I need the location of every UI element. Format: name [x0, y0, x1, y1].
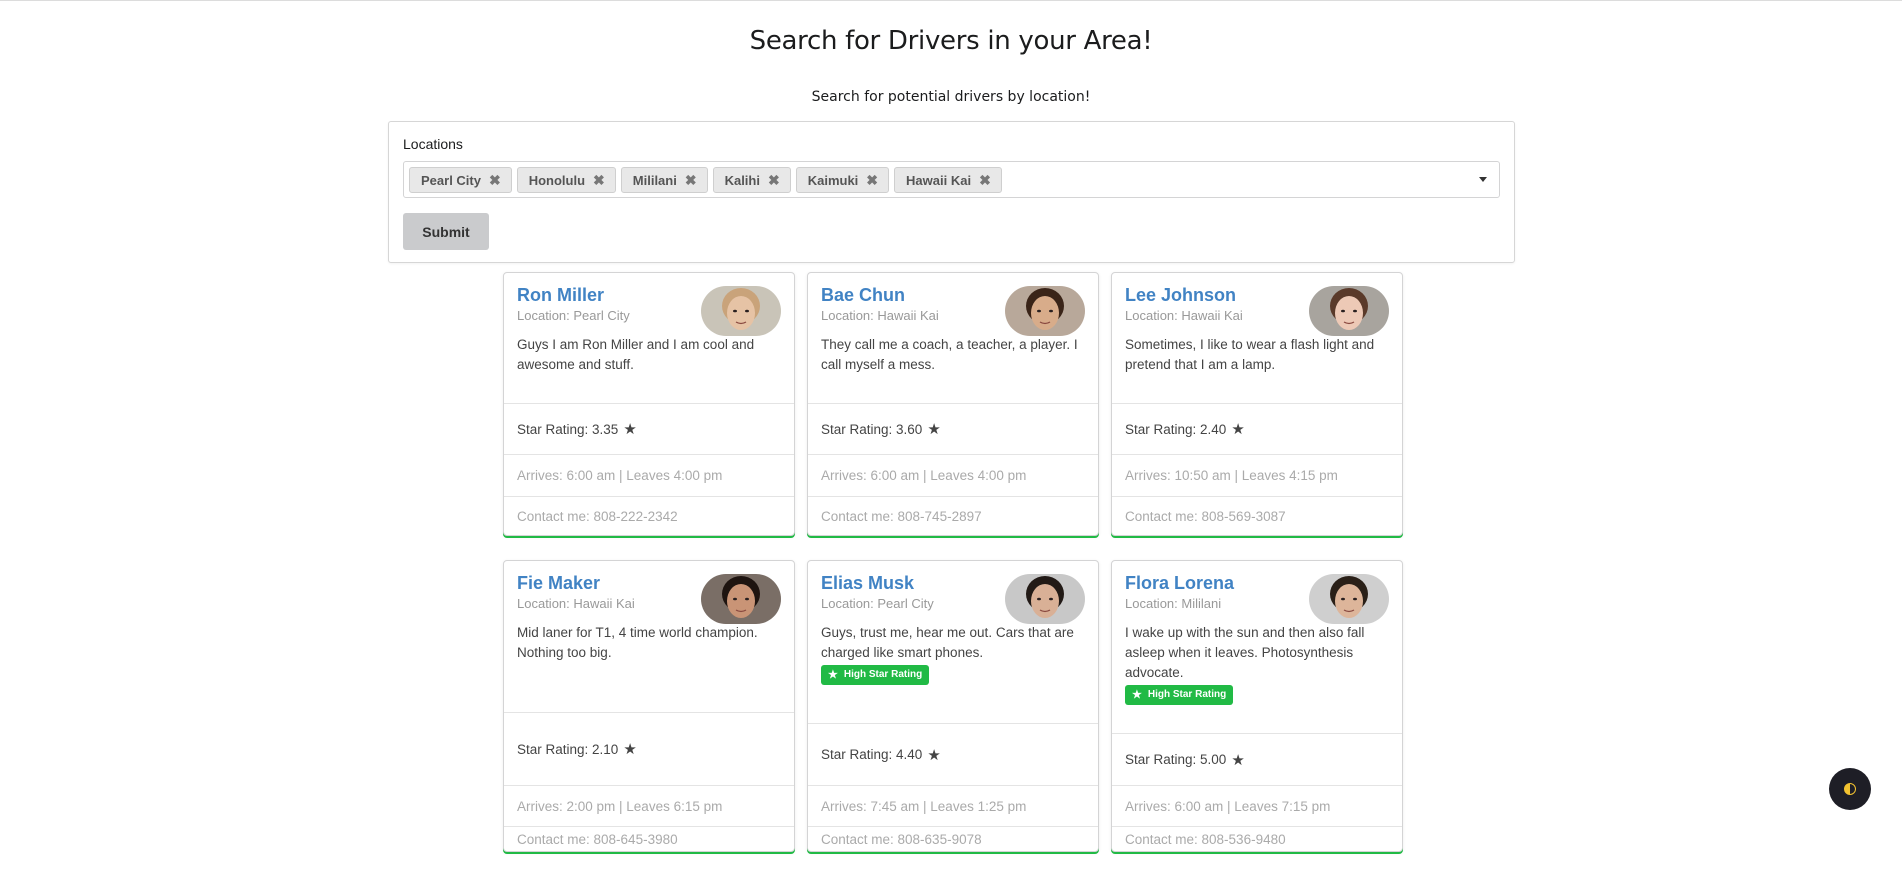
schedule: Arrives: 6:00 am | Leaves 4:00 pm	[504, 454, 794, 496]
search-form: Locations Pearl City ✖ Honolulu ✖ Mililani ✖ K…	[388, 121, 1515, 263]
remove-chip-icon[interactable]: ✖	[866, 173, 878, 187]
selected-locations: Pearl City ✖ Honolulu ✖ Mililani ✖ Kalihi ✖ Kaim…	[409, 167, 1002, 193]
schedule: Arrives: 6:00 am | Leaves 7:15 pm	[1112, 785, 1402, 826]
card-header: Elias Musk Location: Pearl City	[808, 561, 1098, 624]
card-header: Bae Chun Location: Hawaii Kai	[808, 273, 1098, 336]
star-rating: Star Rating: 2.10 ★	[504, 712, 794, 785]
star-icon: ★	[623, 741, 637, 758]
location-chip[interactable]: Hawaii Kai ✖	[894, 167, 1002, 193]
location-chip[interactable]: Mililani ✖	[620, 167, 708, 193]
location-chip[interactable]: Honolulu ✖	[516, 167, 616, 193]
star-icon: ★	[1231, 421, 1245, 438]
remove-chip-icon[interactable]: ✖	[489, 173, 501, 187]
driver-description: Guys I am Ron Miller and I am cool and a…	[517, 337, 755, 372]
contact-info: Contact me: 808-222-2342	[504, 496, 794, 535]
schedule: Arrives: 10:50 am | Leaves 4:15 pm	[1112, 454, 1402, 496]
half-circle-icon	[1844, 783, 1856, 795]
contact-info: Contact me: 808-536-9480	[1112, 826, 1402, 851]
avatar	[1005, 574, 1085, 624]
driver-description: They call me a coach, a teacher, a playe…	[821, 337, 1078, 372]
star-rating: Star Rating: 5.00 ★	[1112, 733, 1402, 785]
card-header: Lee Johnson Location: Hawaii Kai	[1112, 273, 1402, 336]
driver-card: Lee Johnson Location: Hawaii Kai Sometimes…	[1111, 272, 1403, 536]
card-header: Fie Maker Location: Hawaii Kai	[504, 561, 794, 624]
avatar	[1005, 286, 1085, 336]
card-header: Flora Lorena Location: Mililani	[1112, 561, 1402, 624]
location-chip-label: Hawaii Kai	[906, 172, 972, 188]
top-divider	[0, 0, 1902, 1]
page-title: Search for Drivers in your Area!	[749, 26, 1153, 56]
contact-info: Contact me: 808-745-2897	[808, 496, 1098, 535]
page-subtitle: Search for potential drivers by location…	[811, 89, 1091, 105]
high-star-rating-badge: ★ High Star Rating	[1125, 685, 1234, 705]
schedule: Arrives: 6:00 am | Leaves 4:00 pm	[808, 454, 1098, 496]
schedule: Arrives: 7:45 am | Leaves 1:25 pm	[808, 785, 1098, 826]
submit-button[interactable]: Submit	[403, 213, 489, 250]
star-icon: ★	[927, 421, 941, 438]
star-rating: Star Rating: 4.40 ★	[808, 723, 1098, 785]
remove-chip-icon[interactable]: ✖	[685, 173, 697, 187]
contact-info: Contact me: 808-569-3087	[1112, 496, 1402, 535]
contact-info: Contact me: 808-645-3980	[504, 826, 794, 851]
location-chip-label: Pearl City	[421, 172, 481, 188]
driver-card: Ron Miller Location: Pearl City Guys I am …	[503, 272, 795, 536]
dropdown-caret-icon[interactable]	[1479, 177, 1487, 182]
location-chip-label: Mililani	[632, 172, 677, 188]
star-icon: ★	[1132, 689, 1142, 701]
remove-chip-icon[interactable]: ✖	[593, 173, 605, 187]
driver-description: Mid laner for T1, 4 time world champion.…	[517, 625, 758, 660]
driver-description: Guys, trust me, hear me out. Cars that a…	[808, 623, 1098, 685]
driver-card: Fie Maker Location: Hawaii Kai Mid laner f…	[503, 560, 795, 852]
driver-card: Flora Lorena Location: Mililani I wake up …	[1111, 560, 1403, 852]
location-chip-label: Kaimuki	[807, 172, 859, 188]
driver-description: I wake up with the sun and then also fal…	[1112, 623, 1402, 705]
star-icon: ★	[1231, 751, 1245, 769]
avatar	[1309, 574, 1389, 624]
schedule: Arrives: 2:00 pm | Leaves 6:15 pm	[504, 785, 794, 826]
avatar	[701, 286, 781, 336]
driver-card: Elias Musk Location: Pearl City Guys, trus…	[807, 560, 1099, 852]
remove-chip-icon[interactable]: ✖	[768, 173, 780, 187]
location-chip-label: Honolulu	[528, 172, 586, 188]
locations-dropdown[interactable]: Pearl City ✖ Honolulu ✖ Mililani ✖ Kalihi ✖ Kaim…	[403, 161, 1500, 198]
star-icon: ★	[828, 669, 838, 681]
driver-card: Bae Chun Location: Hawaii Kai They call me…	[807, 272, 1099, 536]
star-rating: Star Rating: 3.60 ★	[808, 403, 1098, 454]
avatar	[701, 574, 781, 624]
locations-label: Locations	[403, 136, 463, 152]
card-header: Ron Miller Location: Pearl City	[504, 273, 794, 336]
contact-info: Contact me: 808-635-9078	[808, 826, 1098, 851]
theme-toggle-button[interactable]	[1829, 768, 1871, 810]
star-icon: ★	[927, 746, 941, 764]
star-rating: Star Rating: 3.35 ★	[504, 403, 794, 454]
remove-chip-icon[interactable]: ✖	[979, 173, 991, 187]
avatar	[1309, 286, 1389, 336]
location-chip[interactable]: Kaimuki ✖	[795, 167, 890, 193]
location-chip[interactable]: Pearl City ✖	[409, 167, 512, 193]
location-chip[interactable]: Kalihi ✖	[712, 167, 791, 193]
star-icon: ★	[623, 421, 637, 438]
star-rating: Star Rating: 2.40 ★	[1112, 403, 1402, 454]
high-star-rating-badge: ★ High Star Rating	[821, 665, 930, 685]
location-chip-label: Kalihi	[724, 172, 760, 188]
driver-description: Sometimes, I like to wear a flash light …	[1125, 337, 1375, 372]
